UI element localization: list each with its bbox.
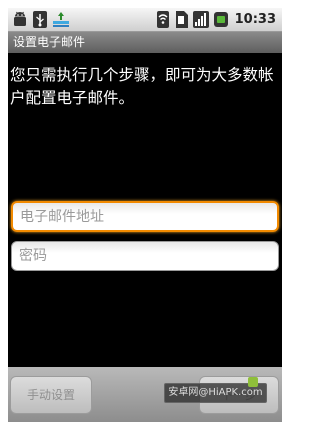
watermark-logo-icon [248, 377, 258, 387]
status-left-icons [12, 11, 70, 28]
setup-instructions: 您只需执行几个步骤，即可为大多数帐户配置电子邮件。 [10, 66, 274, 107]
sd-card-icon [175, 11, 188, 28]
wifi-icon [156, 11, 169, 28]
status-bar: 10:33 [8, 8, 282, 32]
phone-screen: 10:33 设置电子邮件 您只需执行几个步骤，即可为大多数帐户配置电子邮件。 手… [8, 8, 282, 422]
app-update-icon [53, 12, 69, 27]
manual-setup-button[interactable]: 手动设置 [10, 376, 92, 414]
status-time: 10:33 [234, 12, 276, 27]
signal-icon [192, 11, 209, 28]
usb-icon [33, 11, 47, 28]
title-bar: 设置电子邮件 [8, 32, 282, 53]
battery-icon [213, 12, 228, 27]
android-icon [14, 11, 26, 26]
status-right-icons: 10:33 [156, 10, 276, 29]
password-field[interactable] [11, 241, 279, 271]
email-field[interactable] [11, 201, 279, 232]
